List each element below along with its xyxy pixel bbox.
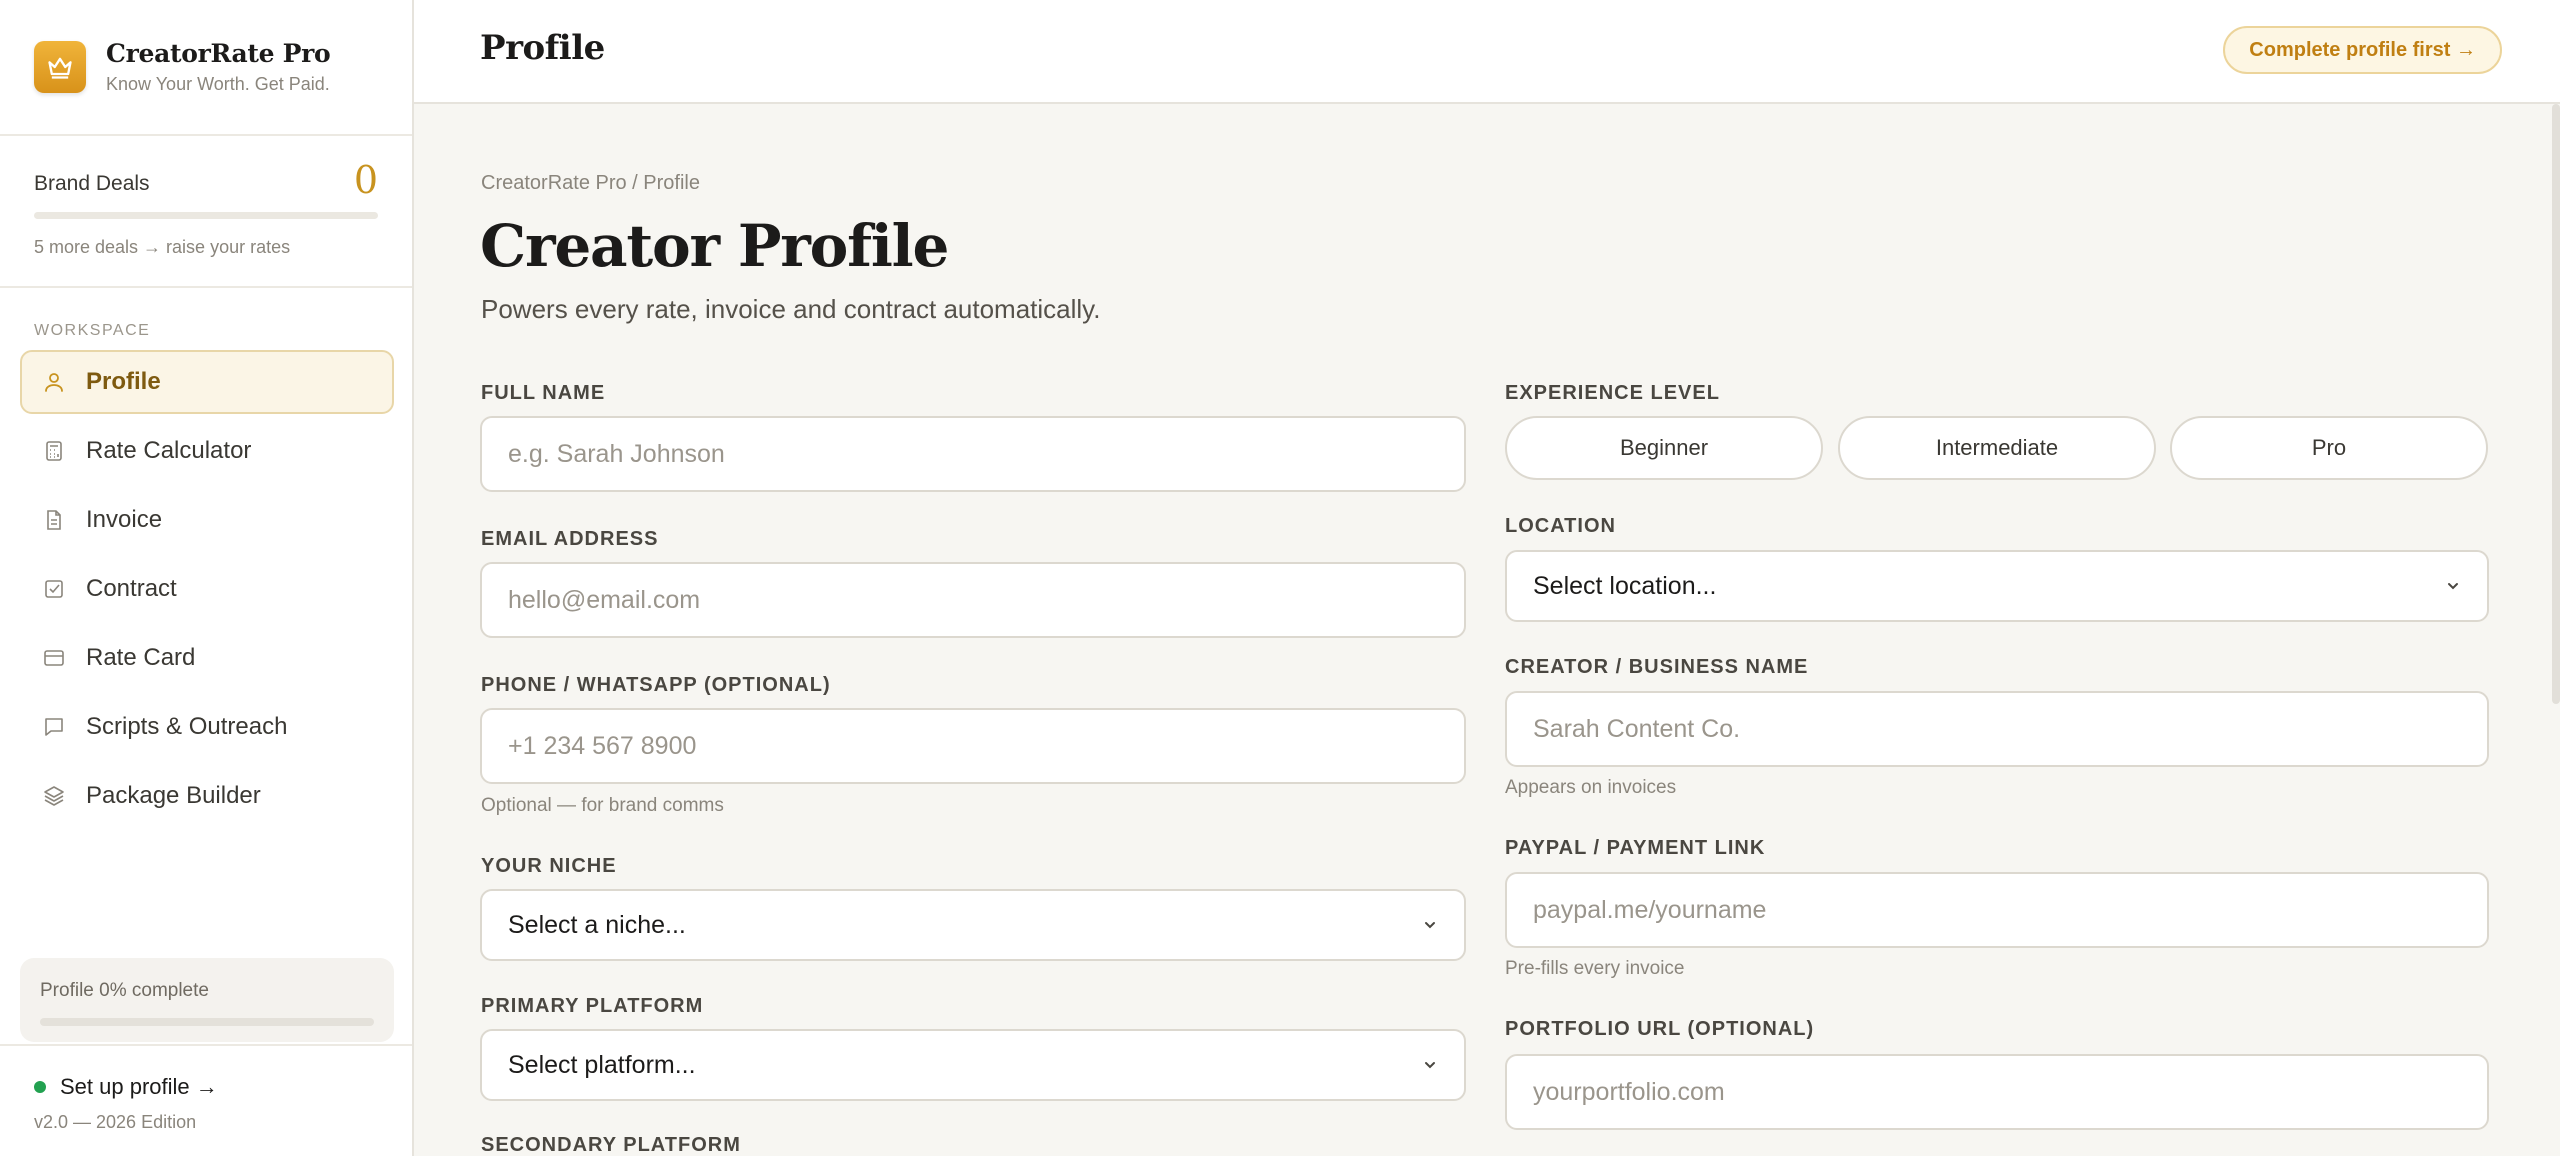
crown-icon [34,41,86,93]
sidebar-item-label: Profile [86,368,161,395]
brand-deals-panel: Brand Deals 0 5 more deals → raise your … [0,136,412,288]
sidebar-item-label: Rate Card [86,644,196,671]
primary-platform-select[interactable]: Select platform... [480,1029,1466,1101]
brand-deals-hint: 5 more deals → raise your rates [34,237,291,257]
sidebar-item-package-builder[interactable]: Package Builder [20,764,394,828]
profile-completion-progress [40,1018,374,1026]
sidebar-item-label: Scripts & Outreach [86,713,288,740]
user-icon [45,373,63,392]
experience-level-label: EXPERIENCE LEVEL [1505,382,1720,404]
setup-profile-link[interactable]: Set up profile → [34,1074,378,1100]
status-dot [34,1081,46,1093]
sidebar-item-profile[interactable]: Profile [20,350,394,414]
portfolio-label: PORTFOLIO URL (OPTIONAL) [1505,1018,1815,1040]
phone-hint: Optional — for brand comms [481,795,724,816]
niche-select-value: Select a niche... [508,910,686,939]
breadcrumb: CreatorRate Pro / Profile [481,172,700,194]
sidebar-item-label: Rate Calculator [86,437,252,464]
brand-header: CreatorRate Pro Know Your Worth. Get Pai… [0,0,412,136]
brand-deals-count: 0 [353,158,378,202]
sidebar-item-rate-card[interactable]: Rate Card [20,626,394,690]
email-label: EMAIL ADDRESS [481,528,659,550]
payment-link-input[interactable]: paypal.me/yourname [1505,872,2489,948]
location-select[interactable]: Select location... [1505,550,2489,622]
payment-link-hint: Pre-fills every invoice [1505,958,1685,979]
complete-profile-button[interactable]: Complete profile first → [2223,26,2502,74]
profile-completion-card: Profile 0% complete [20,958,394,1042]
scrollbar[interactable] [2552,104,2560,704]
chat-icon [45,718,63,736]
full-name-label: FULL NAME [481,382,606,404]
sidebar-item-scripts-outreach[interactable]: Scripts & Outreach [20,695,394,759]
layers-icon [44,786,64,806]
app-name: CreatorRate Pro [106,39,331,68]
sidebar-item-label: Package Builder [86,782,261,809]
payment-link-label: PAYPAL / PAYMENT LINK [1505,837,1766,859]
chevron-down-icon [2448,583,2458,590]
sidebar-item-rate-calculator[interactable]: Rate Calculator [20,419,394,483]
experience-intermediate-option[interactable]: Intermediate [1838,416,2156,480]
portfolio-input[interactable]: yourportfolio.com [1505,1054,2489,1130]
primary-platform-label: PRIMARY PLATFORM [481,995,704,1017]
niche-label: YOUR NICHE [481,855,617,877]
app-tagline: Know Your Worth. Get Paid. [106,74,330,94]
full-name-input[interactable]: e.g. Sarah Johnson [480,416,1466,492]
page-subtitle: Powers every rate, invoice and contract … [481,294,1101,324]
brand-deals-label: Brand Deals [34,172,150,195]
sidebar-item-label: Contract [86,575,177,602]
page-title: Creator Profile [480,212,949,280]
phone-input[interactable]: +1 234 567 8900 [480,708,1466,784]
chevron-down-icon [1425,1062,1435,1069]
sidebar-item-label: Invoice [86,506,163,533]
location-select-value: Select location... [1533,571,1717,600]
document-icon [47,510,61,530]
phone-label: PHONE / WHATSAPP (OPTIONAL) [481,674,831,696]
setup-profile-label: Set up profile → [60,1074,218,1099]
primary-platform-value: Select platform... [508,1050,696,1079]
experience-pro-option[interactable]: Pro [2170,416,2488,480]
sidebar-nav: Profile Rate Calculator Invoice Contract… [20,350,394,833]
business-name-input[interactable]: Sarah Content Co. [1505,691,2489,767]
checkbox-icon [45,580,63,598]
business-name-label: CREATOR / BUSINESS NAME [1505,656,1809,678]
email-input[interactable]: hello@email.com [480,562,1466,638]
experience-beginner-option[interactable]: Beginner [1505,416,1823,480]
secondary-platform-label: SECONDARY PLATFORM [481,1134,741,1156]
sidebar-item-invoice[interactable]: Invoice [20,488,394,552]
business-name-hint: Appears on invoices [1505,777,1677,798]
header-title: Profile [480,28,605,68]
niche-select[interactable]: Select a niche... [480,889,1466,961]
brand-deals-progress [34,212,378,219]
profile-completion-label: Profile 0% complete [40,980,209,1001]
workspace-label: WORKSPACE [34,322,151,339]
card-icon [44,650,64,666]
top-header: Profile Complete profile first → [414,0,2560,104]
location-label: LOCATION [1505,515,1616,537]
sidebar-item-contract[interactable]: Contract [20,557,394,621]
sidebar-footer: Set up profile → v2.0 — 2026 Edition [0,1044,412,1156]
chevron-down-icon [1425,922,1435,929]
version-label: v2.0 — 2026 Edition [34,1112,197,1132]
sidebar: CreatorRate Pro Know Your Worth. Get Pai… [0,0,414,1156]
calculator-icon [46,441,62,461]
